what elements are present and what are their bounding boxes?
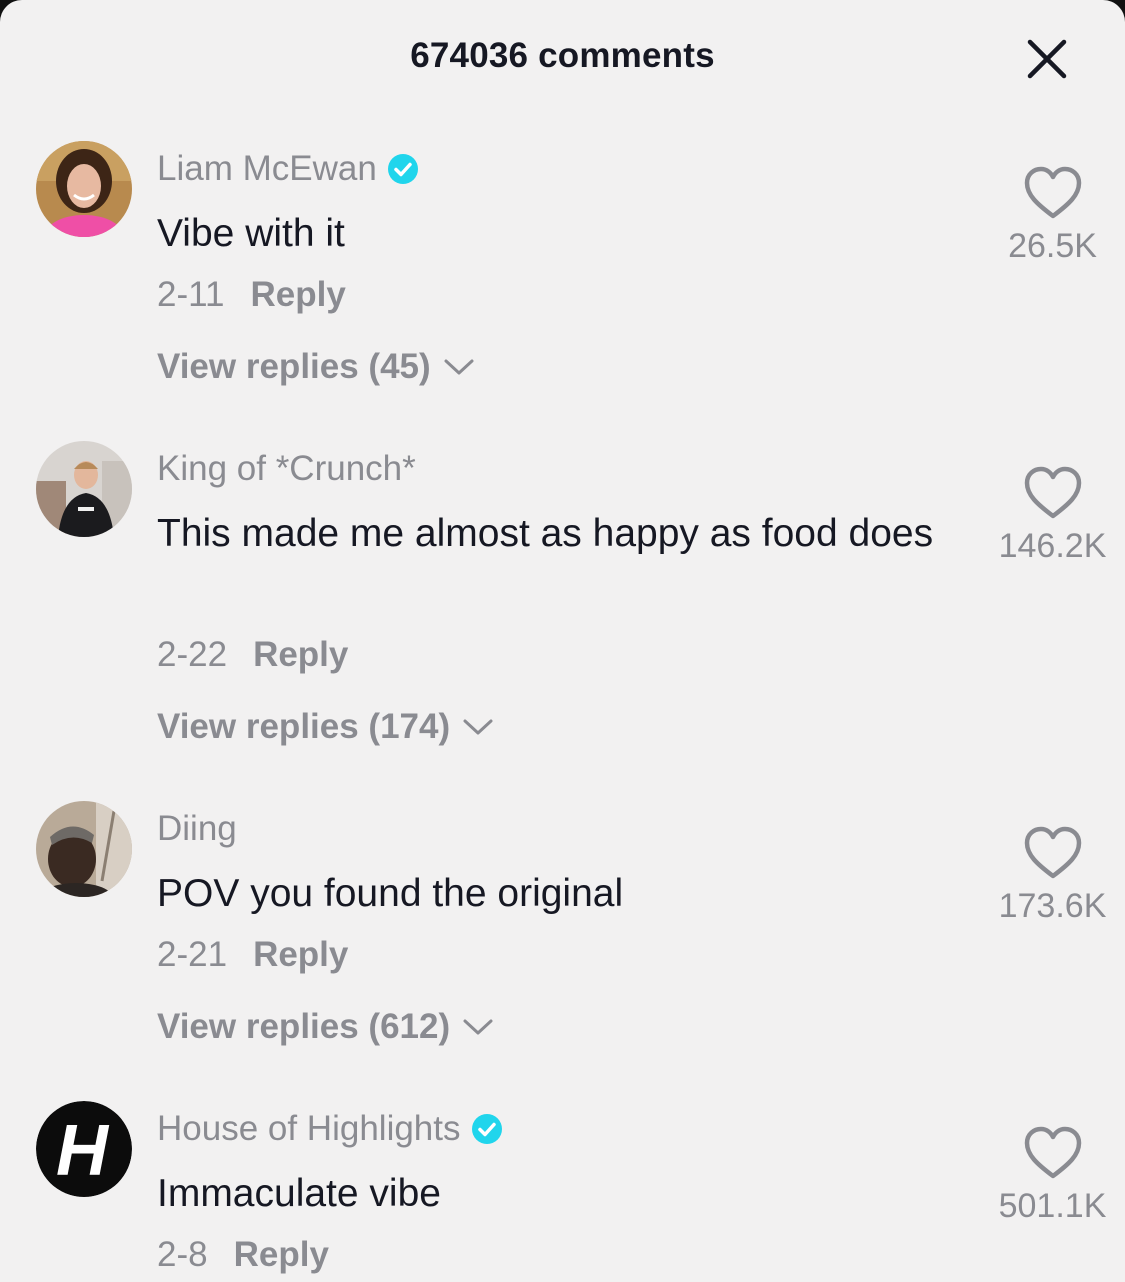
username[interactable]: Liam McEwan [157, 149, 377, 189]
heart-icon[interactable] [1023, 165, 1083, 221]
username-row[interactable]: King of *Crunch* [157, 447, 416, 491]
reply-button[interactable]: Reply [234, 1235, 329, 1275]
like-column: 501.1K [980, 1125, 1125, 1226]
view-replies-label: View replies (612) [157, 1007, 451, 1046]
username-row[interactable]: House of Highlights [157, 1107, 503, 1151]
comment-date: 2-21 [157, 935, 228, 974]
close-button[interactable] [1022, 34, 1072, 84]
chevron-down-icon [462, 1017, 494, 1037]
comment-item: Diing POV you found the original 2-21 Re… [0, 801, 1125, 1061]
view-replies-label: View replies (174) [157, 707, 451, 746]
like-count: 146.2K [998, 527, 1107, 565]
comments-sheet: 674036 comments Liam McEwan Vibe with it… [0, 0, 1125, 1282]
username-row[interactable]: Diing [157, 807, 237, 851]
like-count: 26.5K [1008, 227, 1097, 265]
comments-count-title: 674036 comments [410, 36, 715, 75]
comment-date: 2-22 [157, 635, 228, 674]
username[interactable]: Diing [157, 809, 237, 849]
like-column: 146.2K [980, 465, 1125, 566]
heart-icon[interactable] [1023, 825, 1083, 881]
comment-item: Liam McEwan Vibe with it 2-11 Reply View… [0, 141, 1125, 401]
heart-icon[interactable] [1023, 465, 1083, 521]
view-replies-button[interactable]: View replies (45) [157, 347, 475, 387]
heart-icon[interactable] [1023, 1125, 1083, 1181]
reply-button[interactable]: Reply [253, 635, 348, 675]
comment-date: 2-11 [157, 275, 225, 314]
username-row[interactable]: Liam McEwan [157, 147, 419, 191]
like-column: 173.6K [980, 825, 1125, 926]
chevron-down-icon [443, 357, 475, 377]
comment-meta: 2-8 Reply [157, 1235, 329, 1275]
comment-text: POV you found the original [157, 872, 624, 915]
view-replies-button[interactable]: View replies (612) [157, 1007, 494, 1047]
view-replies-label: View replies (45) [157, 347, 431, 386]
comment-meta: 2-21 Reply [157, 935, 348, 975]
comment-text: Immaculate vibe [157, 1172, 441, 1215]
reply-button[interactable]: Reply [253, 935, 348, 975]
verified-badge-icon [387, 153, 419, 185]
chevron-down-icon [462, 717, 494, 737]
comment-meta: 2-22 Reply [157, 635, 348, 675]
avatar-logo-text: H [56, 1111, 110, 1191]
avatar[interactable]: H [36, 1101, 132, 1197]
comment-text: This made me almost as happy as food doe… [157, 512, 934, 555]
comment-date: 2-8 [157, 1235, 208, 1274]
username[interactable]: King of *Crunch* [157, 449, 416, 489]
comment-item: King of *Crunch* This made me almost as … [0, 441, 1125, 761]
view-replies-button[interactable]: View replies (174) [157, 707, 494, 747]
like-column: 26.5K [980, 165, 1125, 266]
like-count: 501.1K [998, 1187, 1107, 1225]
avatar[interactable] [36, 441, 132, 537]
verified-badge-icon [471, 1113, 503, 1145]
avatar[interactable] [36, 141, 132, 237]
reply-button[interactable]: Reply [250, 275, 345, 315]
comment-meta: 2-11 Reply [157, 275, 346, 315]
avatar[interactable] [36, 801, 132, 897]
username[interactable]: House of Highlights [157, 1109, 461, 1149]
like-count: 173.6K [998, 887, 1107, 925]
close-icon [1027, 39, 1067, 79]
comment-text: Vibe with it [157, 212, 345, 255]
comment-item: H House of Highlights Immaculate vibe 2-… [0, 1101, 1125, 1282]
